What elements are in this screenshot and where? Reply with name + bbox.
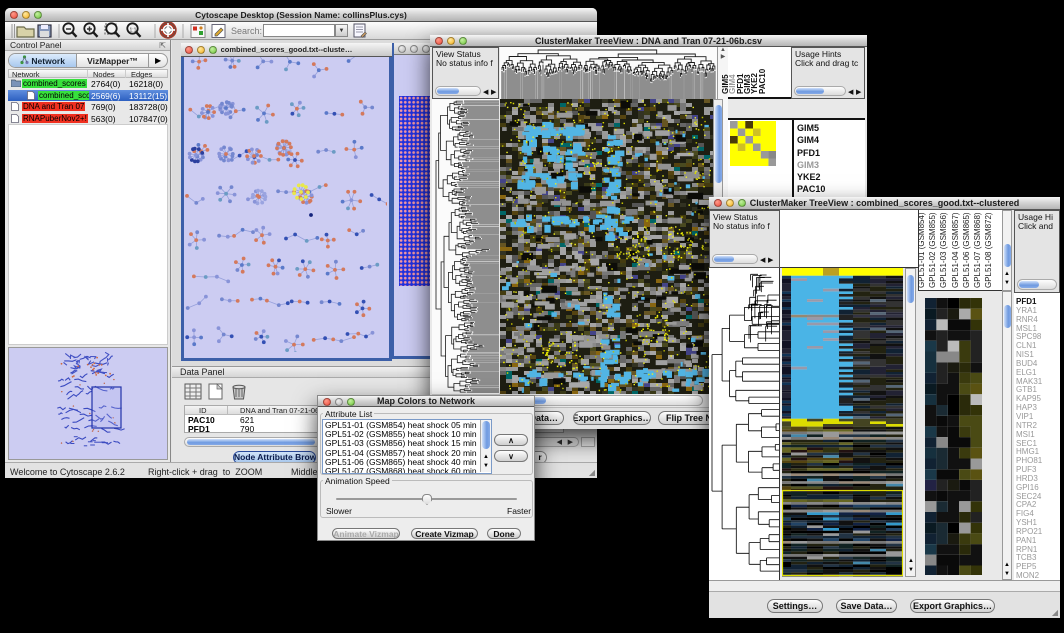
svg-text:1:1: 1:1	[130, 28, 137, 34]
